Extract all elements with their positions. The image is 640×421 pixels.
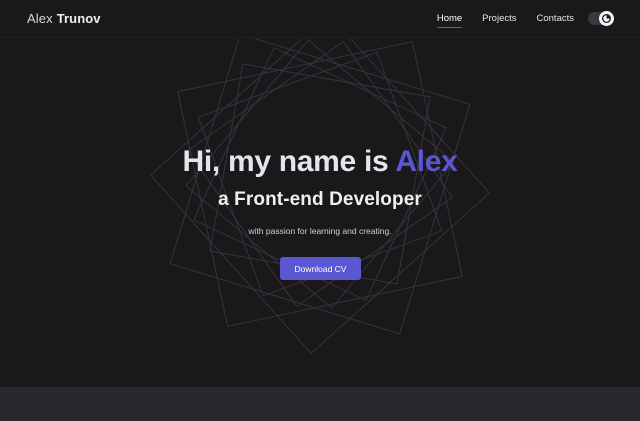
site-logo[interactable]: Alex Trunov: [27, 11, 101, 26]
nav-link-projects[interactable]: Projects: [482, 13, 516, 28]
hero-section: Hi, my name is Alex a Front-end Develope…: [0, 39, 640, 387]
logo-first-name: Alex: [27, 11, 53, 26]
site-header: Alex Trunov Home Projects Contacts: [0, 0, 640, 38]
page: Alex Trunov Home Projects Contacts Hi, m…: [0, 0, 640, 421]
theme-toggle[interactable]: [588, 11, 614, 26]
next-section: [0, 387, 640, 421]
logo-last-name: Trunov: [56, 11, 101, 26]
main-nav: Home Projects Contacts: [417, 13, 574, 28]
hero-title-name: Alex: [395, 145, 458, 178]
moon-icon: [602, 14, 611, 23]
toggle-knob: [599, 11, 614, 26]
download-cv-button[interactable]: Download CV: [280, 257, 361, 280]
hero-subtitle: a Front-end Developer: [218, 189, 422, 210]
hero-description: with passion for learning and creating.: [248, 226, 392, 236]
hero-title-prefix: Hi, my name is: [182, 145, 389, 178]
nav-link-contacts[interactable]: Contacts: [537, 13, 575, 28]
nav-link-home[interactable]: Home: [436, 13, 463, 28]
decorative-rotated-squares: [149, 39, 491, 355]
hero-title: Hi, my name is Alex: [0, 145, 640, 179]
